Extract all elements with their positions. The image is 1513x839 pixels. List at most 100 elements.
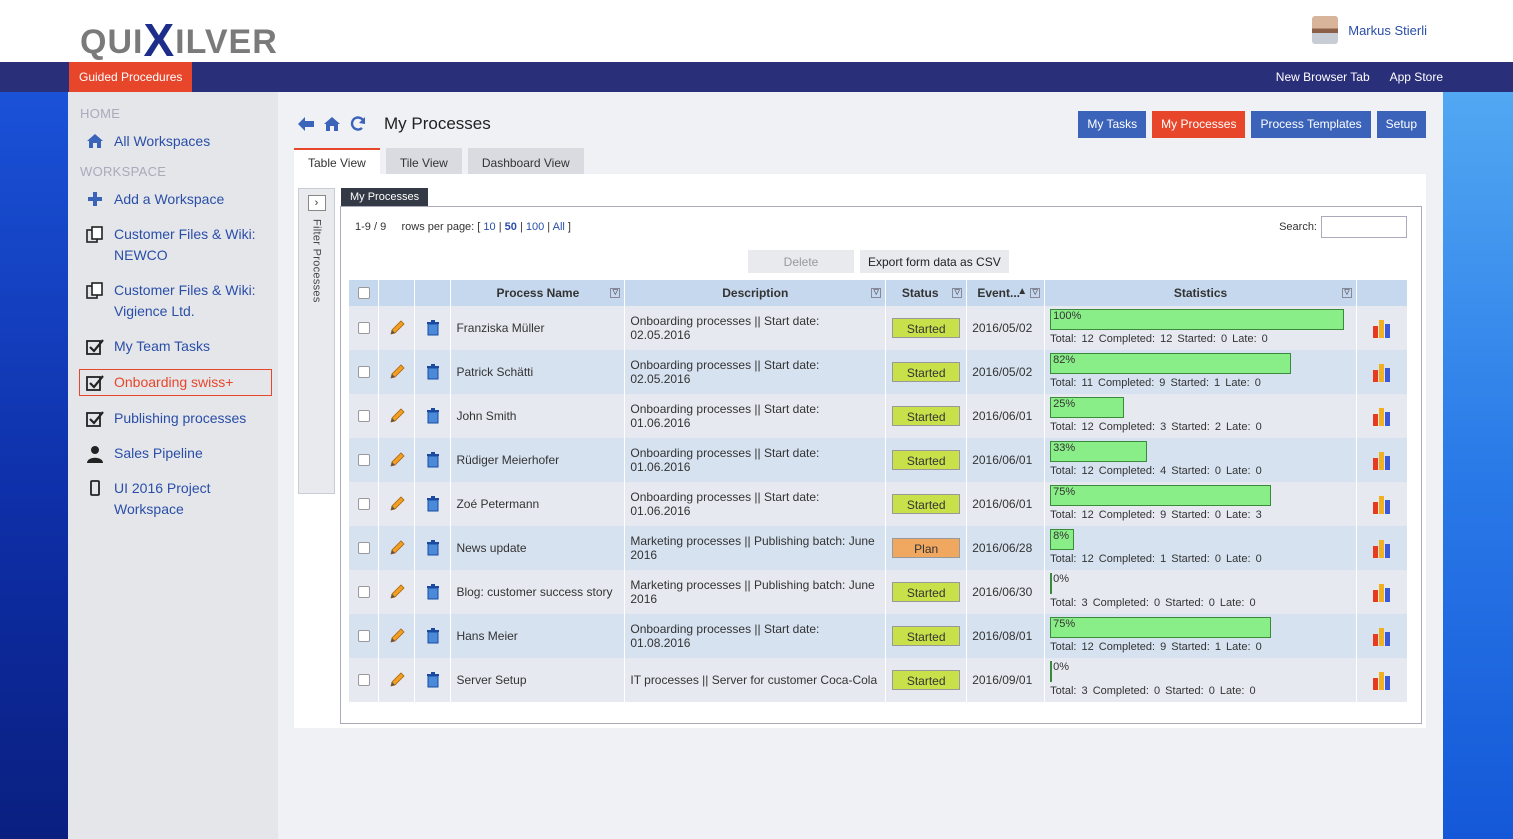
table-row[interactable]: Rüdiger Meierhofer Onboarding processes … — [349, 438, 1409, 482]
process-name-cell[interactable]: Patrick Schätti — [450, 350, 626, 394]
trash-icon[interactable] — [426, 496, 440, 512]
trash-icon[interactable] — [426, 672, 440, 688]
chart-cell[interactable] — [1356, 350, 1409, 394]
table-row[interactable]: Franziska Müller Onboarding processes ||… — [349, 306, 1409, 350]
edit-cell[interactable] — [378, 394, 416, 438]
refresh-icon[interactable] — [348, 114, 368, 134]
table-row[interactable]: Server Setup IT processes || Server for … — [349, 658, 1409, 702]
tab-tile-view[interactable]: Tile View — [385, 148, 462, 174]
sidebar-item-my-team-tasks[interactable]: My Team Tasks — [74, 334, 272, 359]
delete-cell[interactable] — [414, 394, 452, 438]
column-process-name[interactable]: Process Name ▽ — [450, 280, 626, 306]
select-all-checkbox[interactable] — [357, 287, 370, 299]
bar-chart-icon[interactable] — [1362, 450, 1402, 470]
page-size-10[interactable]: 10 — [483, 221, 495, 233]
pencil-icon[interactable] — [389, 408, 405, 424]
trash-icon[interactable] — [426, 408, 440, 424]
delete-cell[interactable] — [414, 658, 452, 702]
edit-cell[interactable] — [378, 614, 416, 658]
chart-cell[interactable] — [1356, 438, 1409, 482]
filter-icon[interactable]: ▽ — [610, 288, 621, 298]
chart-cell[interactable] — [1356, 482, 1409, 526]
table-row[interactable]: Zoé Petermann Onboarding processes || St… — [349, 482, 1409, 526]
process-name-cell[interactable]: Server Setup — [450, 658, 626, 702]
nav-app-store[interactable]: App Store — [1390, 62, 1443, 92]
chart-cell[interactable] — [1356, 306, 1409, 350]
chevron-right-icon[interactable]: › — [307, 195, 326, 211]
row-checkbox[interactable] — [357, 410, 370, 422]
trash-icon[interactable] — [426, 628, 440, 644]
row-select-cell[interactable] — [349, 438, 380, 482]
row-select-cell[interactable] — [349, 350, 380, 394]
chart-cell[interactable] — [1356, 570, 1409, 614]
delete-button[interactable]: Delete — [748, 250, 854, 273]
tab-table-view[interactable]: Table View — [294, 148, 380, 174]
sidebar-item-all-workspaces[interactable]: All Workspaces — [74, 129, 272, 154]
search-input[interactable] — [1321, 216, 1407, 238]
export-csv-button[interactable]: Export form data as CSV — [860, 250, 1009, 273]
nav-new-browser-tab[interactable]: New Browser Tab — [1276, 62, 1370, 92]
select-all-header[interactable] — [349, 280, 380, 306]
avatar[interactable] — [1312, 16, 1339, 44]
pencil-icon[interactable] — [389, 584, 405, 600]
filter-icon[interactable]: ▽ — [1341, 288, 1352, 298]
my-tasks-button[interactable]: My Tasks — [1078, 111, 1147, 138]
bar-chart-icon[interactable] — [1362, 582, 1402, 602]
delete-cell[interactable] — [414, 306, 452, 350]
table-row[interactable]: Hans Meier Onboarding processes || Start… — [349, 614, 1409, 658]
trash-icon[interactable] — [426, 364, 440, 380]
row-checkbox[interactable] — [357, 454, 370, 466]
edit-cell[interactable] — [378, 306, 416, 350]
delete-cell[interactable] — [414, 482, 452, 526]
bar-chart-icon[interactable] — [1362, 406, 1402, 426]
bar-chart-icon[interactable] — [1362, 670, 1402, 690]
bar-chart-icon[interactable] — [1362, 538, 1402, 558]
trash-icon[interactable] — [426, 452, 440, 468]
pencil-icon[interactable] — [389, 672, 405, 688]
column-description[interactable]: Description ▽ — [624, 280, 887, 306]
pencil-icon[interactable] — [389, 320, 405, 336]
bar-chart-icon[interactable] — [1362, 318, 1402, 338]
row-checkbox[interactable] — [357, 498, 370, 510]
tab-dashboard-view[interactable]: Dashboard View — [467, 148, 584, 174]
my-processes-button[interactable]: My Processes — [1152, 111, 1246, 138]
row-select-cell[interactable] — [349, 526, 380, 570]
back-arrow-icon[interactable] — [296, 114, 316, 134]
filter-icon[interactable]: ▽ — [1030, 288, 1041, 298]
process-name-cell[interactable]: Zoé Petermann — [450, 482, 626, 526]
edit-cell[interactable] — [378, 350, 416, 394]
sidebar-item-newco[interactable]: Customer Files & Wiki: NEWCO — [74, 222, 272, 268]
edit-cell[interactable] — [378, 570, 416, 614]
row-select-cell[interactable] — [349, 614, 380, 658]
delete-cell[interactable] — [414, 438, 452, 482]
sidebar-item-onboarding[interactable]: Onboarding swiss+ — [79, 369, 272, 396]
edit-cell[interactable] — [378, 482, 416, 526]
process-name-cell[interactable]: John Smith — [450, 394, 626, 438]
sidebar-item-vigience[interactable]: Customer Files & Wiki: Vigience Ltd. — [74, 278, 272, 324]
page-size-all[interactable]: All — [553, 221, 565, 233]
column-event[interactable]: Event... ▲ ▽ — [966, 280, 1046, 306]
table-row[interactable]: Blog: customer success story Marketing p… — [349, 570, 1409, 614]
row-checkbox[interactable] — [357, 542, 370, 554]
row-checkbox[interactable] — [357, 322, 370, 334]
filter-panel[interactable]: › Filter Processes — [298, 188, 335, 494]
user-menu[interactable]: Markus Stierli — [1312, 16, 1427, 44]
delete-cell[interactable] — [414, 570, 452, 614]
app-logo[interactable]: QUIXILVER — [80, 10, 278, 66]
trash-icon[interactable] — [426, 584, 440, 600]
delete-cell[interactable] — [414, 614, 452, 658]
trash-icon[interactable] — [426, 540, 440, 556]
sidebar-item-publishing[interactable]: Publishing processes — [74, 406, 272, 431]
pencil-icon[interactable] — [389, 496, 405, 512]
process-name-cell[interactable]: Blog: customer success story — [450, 570, 626, 614]
nav-guided-procedures[interactable]: Guided Procedures — [69, 62, 193, 92]
page-size-100[interactable]: 100 — [526, 221, 544, 233]
sort-asc-icon[interactable]: ▲ — [1017, 286, 1027, 297]
filter-icon[interactable]: ▽ — [871, 288, 882, 298]
delete-cell[interactable] — [414, 526, 452, 570]
row-select-cell[interactable] — [349, 658, 380, 702]
chart-cell[interactable] — [1356, 394, 1409, 438]
process-templates-button[interactable]: Process Templates — [1251, 111, 1371, 138]
row-checkbox[interactable] — [357, 674, 370, 686]
process-name-cell[interactable]: Franziska Müller — [450, 306, 626, 350]
